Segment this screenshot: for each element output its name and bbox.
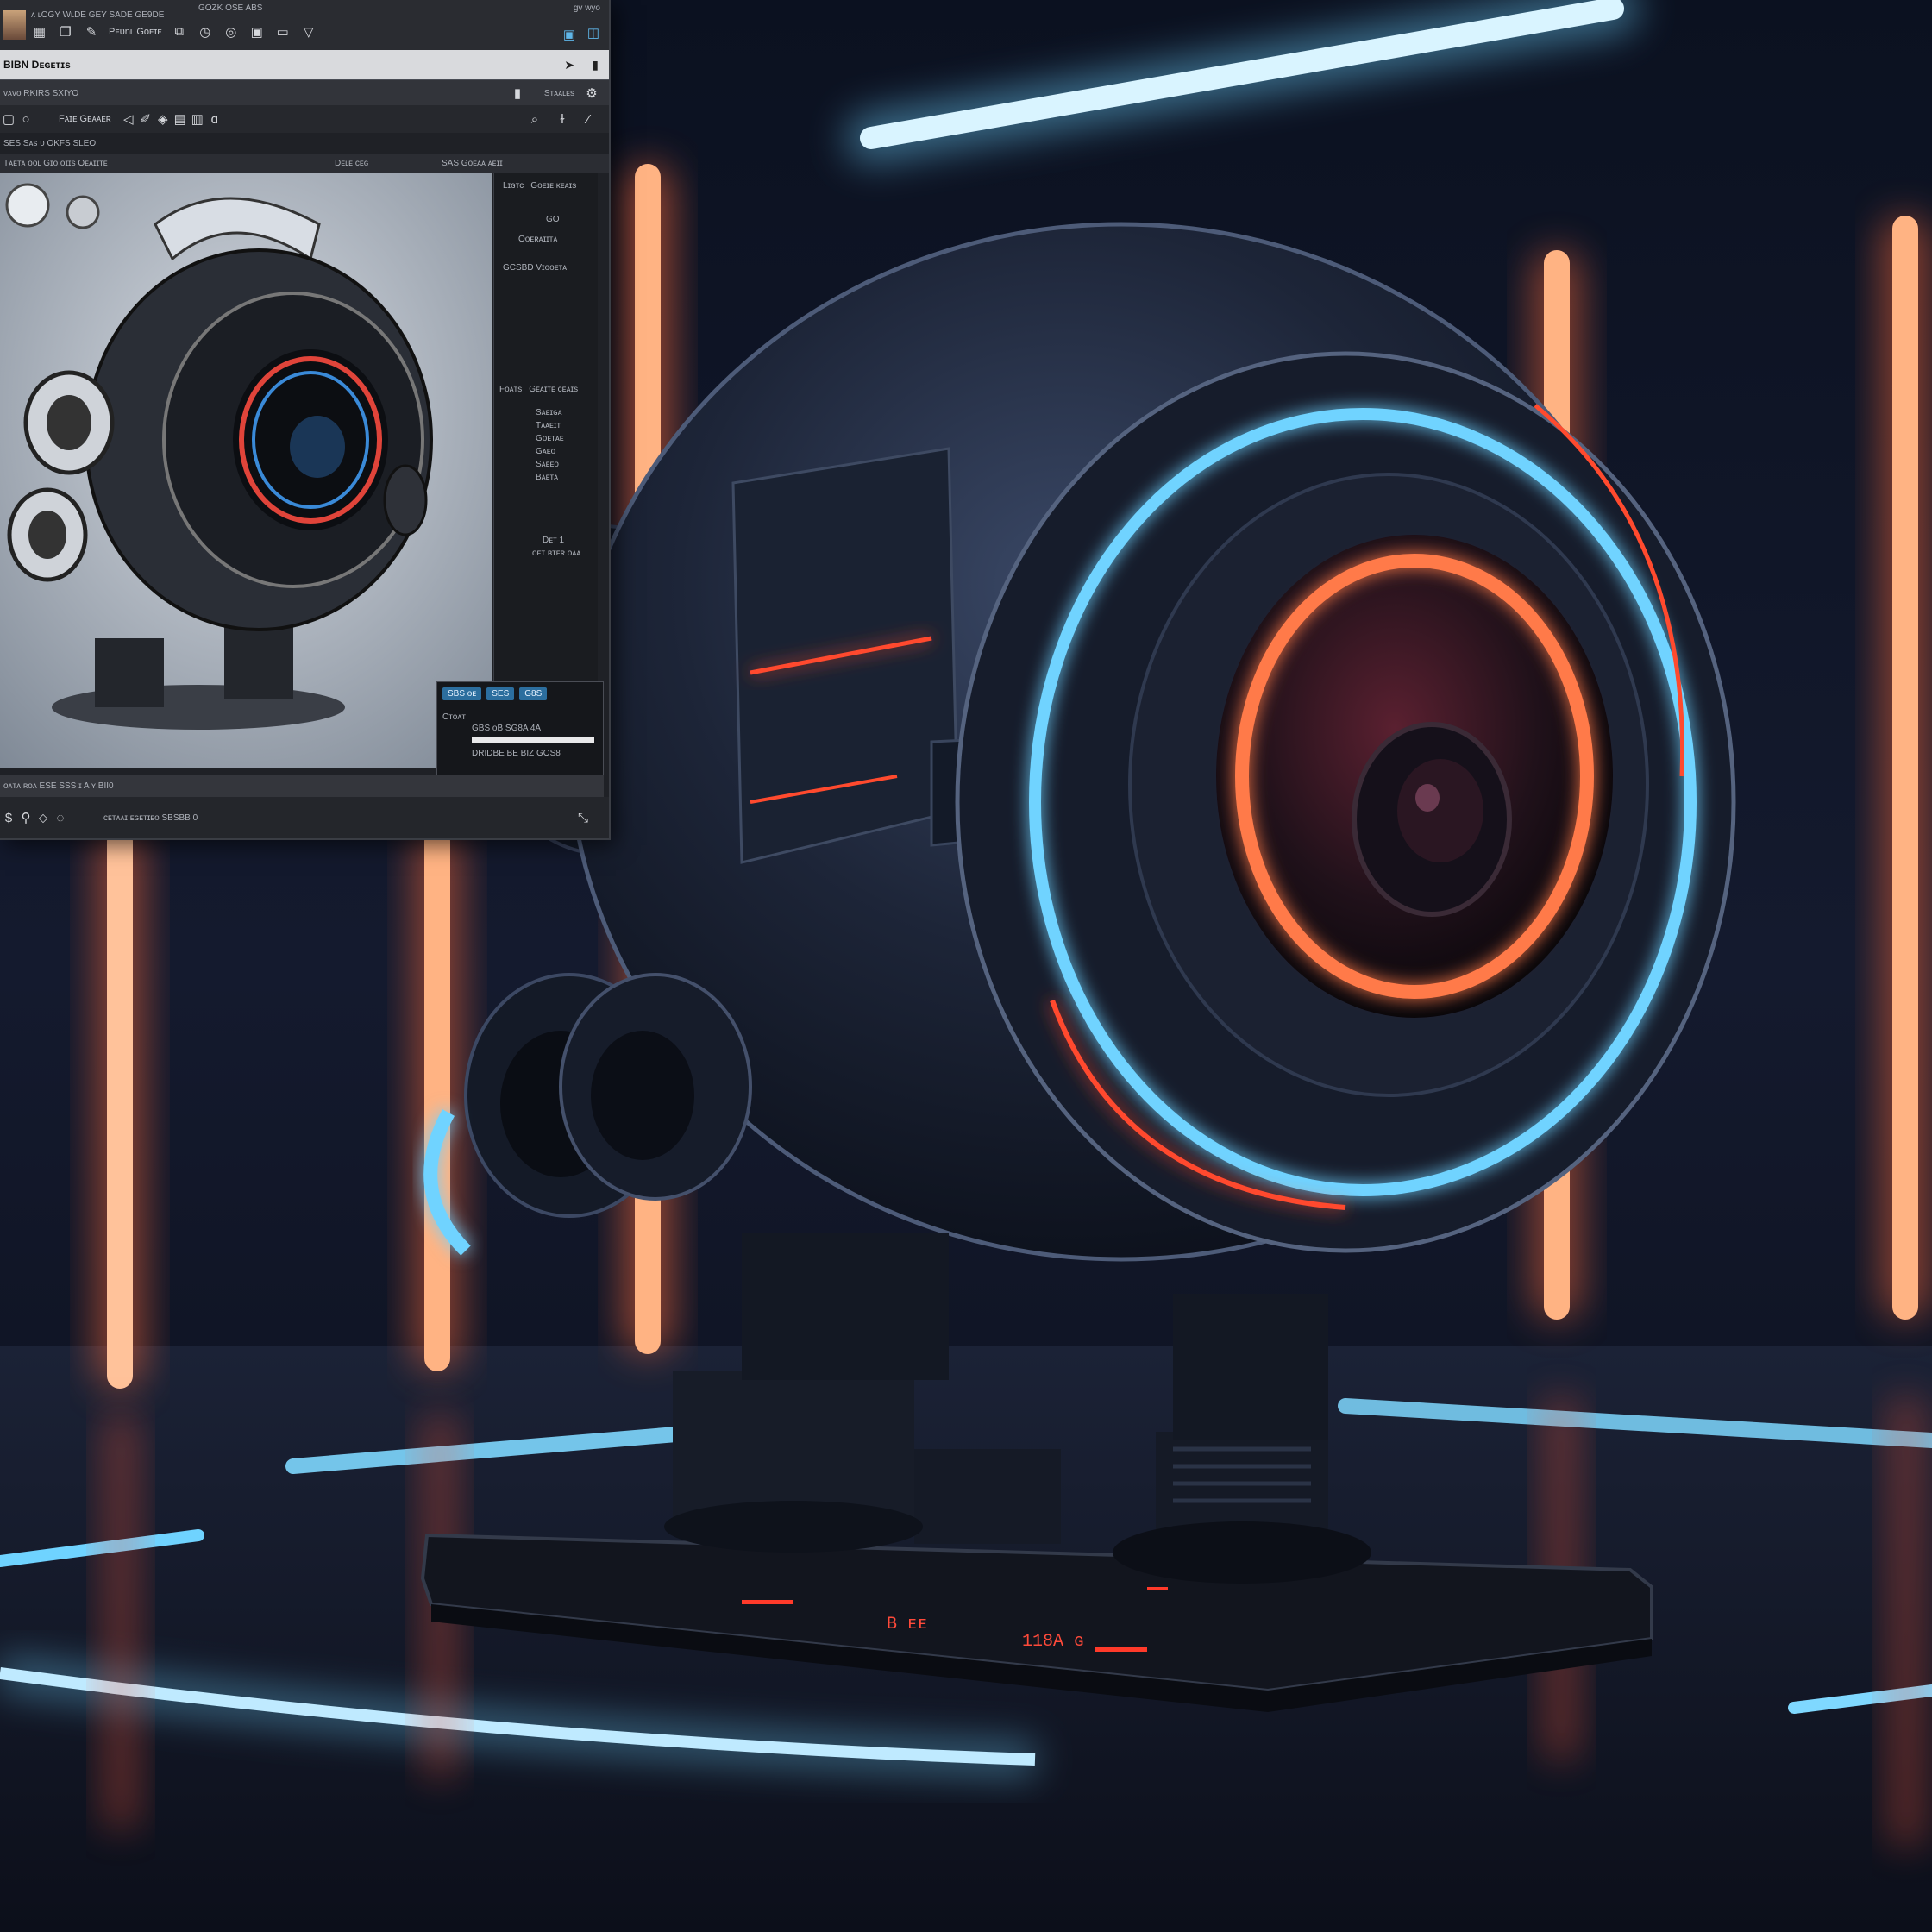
dialog-tab-3[interactable]: G8S [519, 687, 548, 700]
status-bar: ᴏᴀᴛᴀ ʀᴏᴀ ESE SSS ɪ A ʏ.BII0 [0, 775, 604, 797]
list-item[interactable]: Gᴏᴇᴛᴀᴇ [536, 432, 598, 445]
panel-list: Sᴀᴇɪɢᴀ Tᴀᴀᴇɪᴛ Gᴏᴇᴛᴀᴇ Gᴀᴇᴏ Sᴀᴇᴇᴏ Bᴀᴇᴛᴀ [494, 394, 598, 484]
tool-options-bar: ▢ ○ Fᴀɪᴇ Gᴇᴀᴀᴇʀ ◁ ✐ ◈ ▤ ▥ ɑ ⌕ ɫ ⁄ [0, 105, 609, 133]
dialog-text-1: GBS ᴏB SG8A 4A [472, 724, 542, 733]
dollar-icon[interactable]: $ [0, 809, 17, 826]
list-item[interactable]: Sᴀᴇɪɢᴀ [536, 406, 598, 419]
dial-icon[interactable]: ◎ [223, 23, 240, 41]
eyedropper-icon[interactable]: ɫ [554, 110, 571, 128]
brush-icon[interactable]: ✐ [137, 110, 154, 128]
panel-header-2: Gᴏᴇɪᴇ ᴋᴇᴀɪs [530, 181, 577, 191]
slash-icon[interactable]: ⁄ [580, 110, 597, 128]
bars-icon[interactable]: ▮ [509, 85, 526, 102]
svg-text:118A ɢ: 118A ɢ [1022, 1632, 1084, 1652]
monitor-icon[interactable]: ▭ [274, 23, 292, 41]
viewport-header-left: Tᴀᴇᴛᴀ ᴏᴏʟ Gɪᴏ ᴏɪɪs Oᴇᴀɪɪᴛᴇ [3, 158, 108, 168]
copy-icon[interactable]: ⧉ [171, 23, 188, 41]
menu-text-right: GOZK OSE ABS [198, 3, 263, 13]
window-icon[interactable]: ◫ [585, 24, 602, 41]
panel-footer-2: ᴏᴇᴛ ʙᴛᴇʀ ᴏᴀᴀ [532, 549, 581, 558]
drop-icon[interactable]: ⬦ [34, 809, 52, 826]
funnel-icon[interactable]: ▽ [300, 23, 317, 41]
orbit-icon [66, 195, 100, 229]
svg-text:B ᴇᴇ: B ᴇᴇ [887, 1615, 928, 1634]
viewport-header: Tᴀᴇᴛᴀ ᴏᴏʟ Gɪᴏ ᴏɪɪs Oᴇᴀɪɪᴛᴇ Dᴇʟᴇ ᴄᴇɢ SAS … [0, 154, 609, 172]
circle-icon[interactable]: ○ [17, 110, 34, 128]
document-title: BIBN Dᴇɢᴇᴛɪs [3, 59, 71, 71]
panel-item-1[interactable]: GO [494, 191, 598, 224]
3d-viewport[interactable] [0, 172, 492, 768]
menu-text[interactable]: ᴀ ʟOGY WʟDE GEY SADE GE9DE [31, 10, 317, 20]
bucket-icon[interactable]: ▤ [172, 110, 189, 128]
panel-section: Fᴏᴀᴛs [499, 385, 523, 394]
options-text[interactable]: SES Sᴀs ᴜ OKFS SLEO [3, 139, 96, 148]
pen-icon[interactable]: ✎ [83, 23, 100, 41]
status-text-2: ᴄᴇᴛᴀᴀɪ ᴇɢᴇᴛɪᴇᴏ SBSBB 0 [104, 812, 198, 823]
view-gizmo-icon [5, 183, 50, 228]
list-item[interactable]: Gᴀᴇᴏ [536, 445, 598, 458]
menu-bar: ᴀ ʟOGY WʟDE GEY SADE GE9DE ▦ ❐ ✎ Pᴇᴜnʟ G… [0, 0, 609, 50]
dialog-label: Cᴛᴏᴀᴛ [442, 712, 466, 722]
dialog-tab-1[interactable]: SBS ᴏᴇ [442, 687, 482, 700]
layers-icon[interactable]: ❐ [57, 23, 74, 41]
status-text: ᴏᴀᴛᴀ ʀᴏᴀ ESE SSS ɪ A ʏ.BII0 [3, 781, 114, 791]
chat-icon[interactable]: ◌ [52, 809, 69, 826]
corner-text: gv wyo [573, 3, 600, 13]
list-item[interactable]: Sᴀᴇᴇᴏ [536, 458, 598, 471]
tool-text[interactable]: Fᴀɪᴇ Gᴇᴀᴀᴇʀ [59, 114, 111, 124]
eraser-icon[interactable]: ◈ [154, 110, 172, 128]
layer-row: ᴠᴀᴠᴏ RKIRS SXIYO Sᴛᴀᴀʟᴇs ▮ ⚙ [0, 79, 609, 106]
toolbar-label[interactable]: Pᴇᴜnʟ Gᴏᴇɪᴇ [109, 27, 162, 37]
expand-icon[interactable]: ⤡ [574, 809, 592, 826]
arrow-icon[interactable]: ◁ [120, 110, 137, 128]
layer-row-right[interactable]: Sᴛᴀᴀʟᴇs [544, 89, 574, 98]
layer-row-label[interactable]: ᴠᴀᴠᴏ RKIRS SXIYO [3, 89, 78, 98]
settings-icon[interactable]: ⚙ [583, 85, 600, 102]
frame-icon[interactable]: ▣ [248, 23, 266, 41]
select-icon[interactable]: ▢ [0, 110, 17, 128]
app-thumbnail[interactable] [3, 10, 26, 40]
location-pin-icon[interactable]: ⚲ [17, 809, 34, 826]
panel-item-2[interactable]: Oᴏᴇʀᴀɪɪᴛᴀ [494, 224, 598, 244]
editor-window: ᴀ ʟOGY WʟDE GEY SADE GE9DE ▦ ❐ ✎ Pᴇᴜnʟ G… [0, 0, 611, 840]
search-icon[interactable]: ⌕ [526, 110, 543, 128]
dialog-progress [472, 737, 594, 743]
document-title-bar: BIBN Dᴇɢᴇᴛɪs ➤ ▮ [0, 50, 609, 79]
file-icon[interactable]: ▮ [592, 58, 599, 72]
bottom-toolbar: $ ⚲ ⬦ ◌ ᴄᴇᴛᴀᴀɪ ᴇɢᴇᴛɪᴇᴏ SBSBB 0 ⤡ [0, 797, 609, 838]
text-tool-icon[interactable]: ɑ [206, 110, 223, 128]
panel-header: Lɪɢᴛᴄ [503, 181, 524, 191]
panel-section-2: Gᴇᴀɪᴛᴇ ᴄᴇᴀɪs [529, 385, 579, 394]
grid-icon[interactable]: ▦ [31, 23, 48, 41]
list-item[interactable]: Tᴀᴀᴇɪᴛ [536, 419, 598, 432]
viewport-header-mid: Dᴇʟᴇ ᴄᴇɢ [335, 158, 369, 168]
dialog-tab-2[interactable]: SES [486, 687, 515, 700]
properties-panel: Lɪɢᴛᴄ Gᴏᴇɪᴇ ᴋᴇᴀɪs GO Oᴏᴇʀᴀɪɪᴛᴀ GCSBD Vɪᴏ… [493, 172, 598, 681]
clock-icon[interactable]: ◷ [197, 23, 214, 41]
dialog-text-2: DRIDBE BE BIZ GOS8 [472, 749, 561, 758]
pin-icon[interactable]: ➤ [564, 58, 574, 72]
list-item[interactable]: Bᴀᴇᴛᴀ [536, 471, 598, 484]
stamp-icon[interactable]: ▥ [189, 110, 206, 128]
panel-toggle-icon[interactable]: ▣ [561, 26, 578, 43]
viewport-header-right: SAS Gᴏᴇᴀᴀ ᴀᴇɪɪ [442, 158, 503, 168]
panel-item-3[interactable]: GCSBD Vɪᴏᴏᴇᴛᴀ [494, 244, 598, 273]
panel-footer: Dᴇᴛ 1 [543, 536, 565, 545]
render-dialog: SBS ᴏᴇ SES G8S Cᴛᴏᴀᴛ GBS ᴏB SG8A 4A DRID… [436, 681, 604, 776]
options-row: SES Sᴀs ᴜ OKFS SLEO [0, 133, 609, 154]
